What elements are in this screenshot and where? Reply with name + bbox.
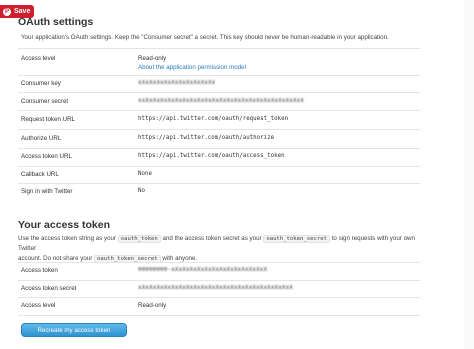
row-label: Access level <box>21 302 56 309</box>
consumer-key-value: xXxXxXxXxXxXxXxXxXxXx <box>138 80 216 86</box>
access-token-instructions: Use the access token string as your oaut… <box>18 234 428 264</box>
instructions-text: and the access token secret as your <box>162 235 262 242</box>
oauth-token-secret-code: oauth_token_secret <box>263 235 330 243</box>
instructions-text: with anyone. <box>162 255 198 262</box>
divider <box>18 110 420 111</box>
row-label: Consumer secret <box>21 98 69 105</box>
divider <box>18 183 420 184</box>
request-token-url-value: https://api.twitter.com/oauth/request_to… <box>138 116 289 122</box>
access-token-title: Your access token <box>18 219 111 231</box>
access-level-value: Read-only <box>138 302 167 309</box>
authorize-url-value: https://api.twitter.com/oauth/authorize <box>138 135 275 141</box>
divider <box>18 75 420 76</box>
row-label: Sign in with Twitter <box>21 188 73 195</box>
access-token-url-value: https://api.twitter.com/oauth/access_tok… <box>138 153 285 159</box>
oauth-intro: Your application's OAuth settings. Keep … <box>21 34 389 41</box>
save-badge-label: Save <box>14 8 31 15</box>
save-badge[interactable]: P Save <box>0 5 35 18</box>
consumer-secret-value: xxXxXxXxXxXxXxXxXxXxXxXxXxXxXxXxXxXxXxXx… <box>138 98 305 104</box>
recreate-access-token-button[interactable]: Recreate my access token <box>21 323 127 337</box>
divider <box>18 280 420 281</box>
divider <box>18 315 420 316</box>
access-level-value: Read-only <box>138 55 167 62</box>
row-label: Authorize URL <box>21 135 62 142</box>
instructions-text: Use the access token string as your <box>18 235 117 242</box>
permission-model-link[interactable]: About the application permission model <box>138 64 246 71</box>
divider <box>18 297 420 298</box>
divider <box>18 166 420 167</box>
pinterest-icon: P <box>3 7 11 16</box>
scrollbar[interactable] <box>464 0 474 349</box>
sign-in-with-twitter-value: No <box>138 188 145 194</box>
access-token-secret-value: xXxXxXxXxXxXxXxXxXxXxXxXxXxXxXxXxXxXxXxX… <box>138 285 293 291</box>
oauth-token-code: oauth_token <box>117 235 161 243</box>
instructions-text: account. Do not share your <box>18 255 93 262</box>
row-label: Access token <box>21 267 58 274</box>
callback-url-value: None <box>138 171 152 177</box>
row-label: Access token URL <box>21 153 72 160</box>
row-label: Consumer key <box>21 80 61 87</box>
divider <box>18 48 420 49</box>
row-label: Callback URL <box>21 171 59 178</box>
row-label: Request token URL <box>21 116 75 123</box>
divider <box>18 148 420 149</box>
divider <box>18 129 420 130</box>
row-value: Read-only About the application permissi… <box>138 55 246 71</box>
divider <box>18 262 420 263</box>
row-label: Access level <box>21 55 56 62</box>
access-token-value: 00000000-xXxXxXxXxXxXxXxXxXxXxXxXxX <box>138 267 268 273</box>
page: P Save OAuth settings Your application's… <box>0 0 474 349</box>
row-label: Access token secret <box>21 285 77 292</box>
divider <box>18 92 420 93</box>
